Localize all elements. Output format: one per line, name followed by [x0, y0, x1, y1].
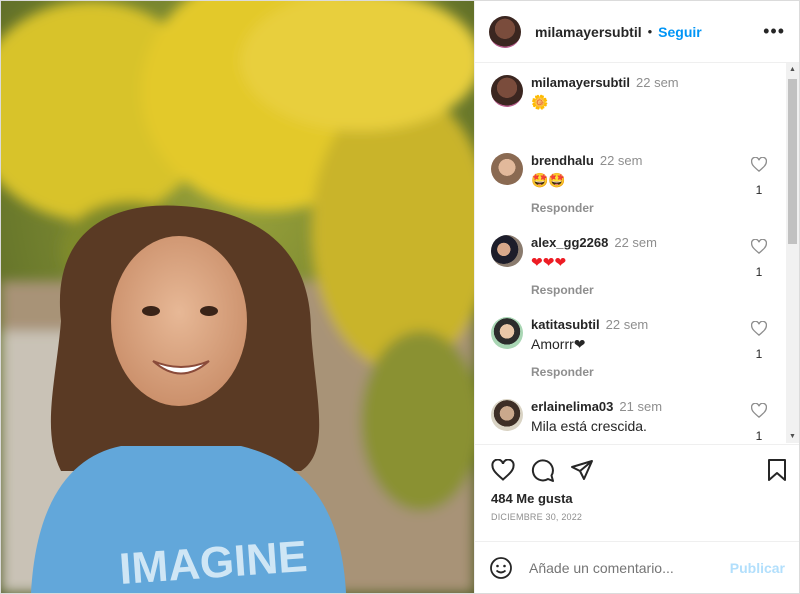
publish-button[interactable]: Publicar [730, 560, 785, 576]
comment-item: erlainelima03 21 sem Mila está crescida. … [491, 399, 787, 443]
emoji-smiley-icon[interactable] [489, 556, 513, 580]
comment-item: brendhalu 22 sem 🤩🤩 Responder 1 [491, 153, 787, 215]
comment-like-count: 1 [755, 183, 763, 197]
comment-time[interactable]: 22 sem [606, 317, 649, 332]
scroll-up-arrow-icon[interactable]: ▲ [789, 66, 796, 73]
add-comment-bar: Publicar [475, 541, 799, 593]
scroll-down-arrow-icon[interactable]: ▼ [789, 433, 796, 440]
scrollbar-thumb[interactable] [788, 79, 797, 244]
reply-button[interactable]: Responder [531, 365, 787, 379]
comment-item: katitasubtil 22 sem Amorrr❤ Responder 1 [491, 317, 787, 379]
comment-avatar[interactable] [491, 317, 523, 349]
comment-item: alex_gg2268 22 sem ❤❤❤ Responder 1 [491, 235, 787, 297]
caption-text: 🌼 [531, 94, 549, 110]
comment-avatar[interactable] [491, 235, 523, 267]
post-actions [475, 444, 799, 495]
comment-username[interactable]: erlainelima03 [531, 399, 613, 414]
comment-like-count: 1 [755, 429, 763, 443]
comment-time[interactable]: 22 sem [614, 235, 657, 250]
heart-outline-icon[interactable] [750, 238, 768, 255]
caption-time[interactable]: 22 sem [636, 75, 679, 90]
caption-avatar[interactable] [491, 75, 523, 107]
comment-like-count: 1 [755, 265, 763, 279]
more-options-icon[interactable]: ••• [763, 21, 785, 42]
comment-like: 1 [749, 402, 769, 443]
post-date[interactable]: DICIEMBRE 30, 2022 [491, 512, 582, 522]
like-heart-icon[interactable] [491, 459, 515, 481]
post-side-panel: milamayersubtil • Seguir ••• milamayersu… [474, 1, 799, 593]
comment-username[interactable]: brendhalu [531, 153, 594, 168]
comment-like: 1 [749, 156, 769, 197]
likes-count[interactable]: 484 Me gusta [491, 491, 573, 506]
comment-time[interactable]: 22 sem [600, 153, 643, 168]
author-avatar[interactable] [489, 15, 521, 48]
heart-outline-icon[interactable] [750, 156, 768, 173]
author-username[interactable]: milamayersubtil [535, 24, 642, 40]
share-send-icon[interactable] [570, 459, 594, 481]
comment-like-count: 1 [755, 347, 763, 361]
separator-dot: • [647, 24, 653, 39]
photo-illustration: IMAGINE [1, 1, 474, 593]
comment-time[interactable]: 21 sem [619, 399, 662, 414]
comment-avatar[interactable] [491, 399, 523, 431]
comments-scrollbar[interactable]: ▲ ▼ [786, 63, 799, 443]
post-photo[interactable]: IMAGINE [1, 1, 474, 593]
comment-avatar[interactable] [491, 153, 523, 185]
reply-button[interactable]: Responder [531, 283, 787, 297]
follow-button[interactable]: Seguir [658, 24, 702, 40]
comments-list: milamayersubtil 22 sem 🌼 brendhalu 22 sem … [475, 63, 799, 443]
post-header: milamayersubtil • Seguir ••• [475, 1, 799, 63]
heart-outline-icon[interactable] [750, 320, 768, 337]
comment-like: 1 [749, 320, 769, 361]
save-bookmark-icon[interactable] [767, 459, 787, 481]
comment-username[interactable]: katitasubtil [531, 317, 600, 332]
reply-button[interactable]: Responder [531, 201, 787, 215]
comment-bubble-icon[interactable] [531, 459, 555, 483]
caption-username[interactable]: milamayersubtil [531, 75, 630, 90]
instagram-post: IMAGINE milamayersubtil • Seguir ••• mil… [0, 0, 800, 594]
comment-username[interactable]: alex_gg2268 [531, 235, 608, 250]
caption: milamayersubtil 22 sem 🌼 [491, 75, 787, 111]
comment-like: 1 [749, 238, 769, 279]
heart-outline-icon[interactable] [750, 402, 768, 419]
add-comment-input[interactable] [527, 558, 730, 577]
